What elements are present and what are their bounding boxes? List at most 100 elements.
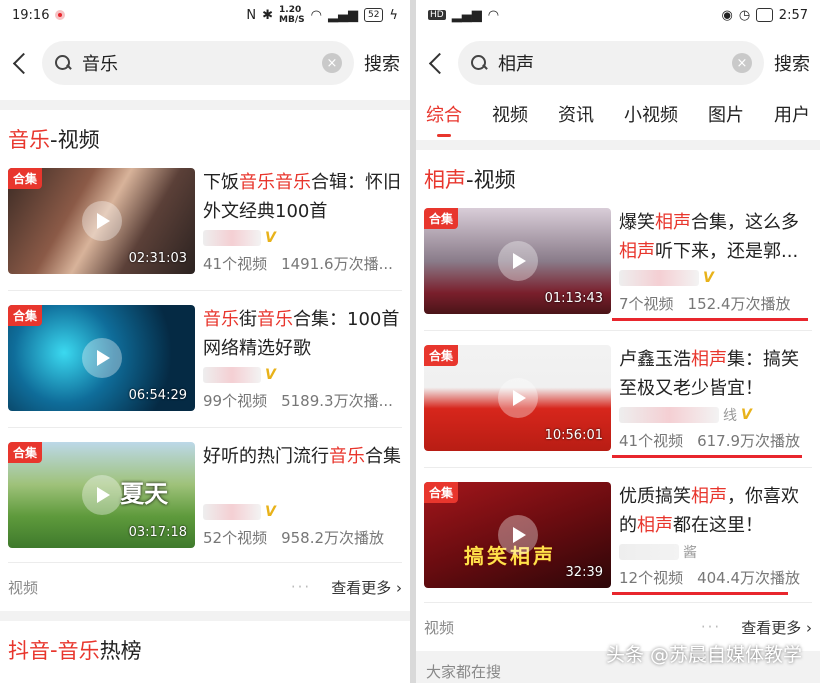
author[interactable]: 线V xyxy=(619,403,812,427)
play-icon[interactable] xyxy=(497,515,538,555)
collection-tag: 合集 xyxy=(424,208,459,229)
back-arrow-icon[interactable] xyxy=(426,52,448,74)
video-stats: 7个视频 152.4万次播放 xyxy=(619,294,791,313)
verified-icon: V xyxy=(741,407,752,423)
clear-icon[interactable]: × xyxy=(322,53,342,73)
search-icon xyxy=(54,54,72,72)
more-options-icon[interactable]: ··· xyxy=(291,578,311,596)
video-stats: 52个视频 958.2万次播放 xyxy=(203,528,385,547)
video-thumbnail[interactable]: 合集 01:13:43 xyxy=(424,208,611,314)
duration: 03:17:18 xyxy=(128,525,187,540)
left-phone-screen: 19:16 Ν ✱ 1.20 MB/S ◠ ▂▄▆ 52 ϟ 音乐 × 搜索 音… xyxy=(0,0,410,683)
video-thumbnail[interactable]: 合集 夏天 03:17:18 xyxy=(8,442,195,548)
video-title[interactable]: 卢鑫玉浩相声集：搞笑至极又老少皆宜！ xyxy=(619,345,812,403)
author[interactable]: V xyxy=(203,500,402,524)
divider xyxy=(0,100,410,110)
section-footer: 视频 ··· 查看更多 › xyxy=(0,563,410,611)
author-name-blurred xyxy=(203,504,261,520)
alarm-icon: ◷ xyxy=(738,7,751,23)
eye-icon: ◉ xyxy=(721,7,733,23)
play-icon[interactable] xyxy=(81,201,122,241)
author[interactable]: V xyxy=(203,226,402,250)
next-section-title[interactable]: 抖音 - 音乐 热榜 xyxy=(0,621,410,679)
duration: 32:39 xyxy=(565,565,603,580)
video-title[interactable]: 下饭音乐音乐合辑：怀旧外文经典100首 xyxy=(203,168,402,226)
record-icon xyxy=(55,10,66,20)
video-stats: 99个视频 5189.3万次播... xyxy=(203,391,393,410)
watermark: 头条 @苏晨自媒体教学 xyxy=(605,644,802,666)
divider xyxy=(416,140,820,150)
more-options-icon[interactable]: ··· xyxy=(701,618,721,636)
author[interactable]: V xyxy=(203,363,402,387)
video-stats: 41个视频 1491.6万次播... xyxy=(203,254,393,273)
author[interactable]: V xyxy=(619,266,812,290)
view-more-link[interactable]: 查看更多 › xyxy=(741,617,812,638)
duration: 06:54:29 xyxy=(128,388,187,403)
verified-icon: V xyxy=(265,504,276,520)
search-button[interactable]: 搜索 xyxy=(774,50,810,76)
clear-icon[interactable]: × xyxy=(732,53,752,73)
video-card[interactable]: 合集 搞笑相声 32:39 优质搞笑相声，你喜欢的相声都在这里！ 酱 12个视频… xyxy=(416,482,820,595)
play-icon[interactable] xyxy=(497,378,538,418)
footer-label: 视频 xyxy=(8,578,39,597)
video-thumbnail[interactable]: 合集 搞笑相声 32:39 xyxy=(424,482,611,588)
tab-images[interactable]: 图片 xyxy=(708,101,744,131)
highlight-underline xyxy=(612,318,808,321)
right-phone-screen: HD ▂▄▆ ◠ ◉ ◷ 2:57 相声 × 搜索 综合 视频 资讯 小视频 图… xyxy=(416,0,820,683)
video-thumbnail[interactable]: 合集 10:56:01 xyxy=(424,345,611,451)
charging-icon: ϟ xyxy=(389,7,398,23)
tab-short-video[interactable]: 小视频 xyxy=(624,101,678,131)
verified-icon: V xyxy=(265,367,276,383)
status-bar: 19:16 Ν ✱ 1.20 MB/S ◠ ▂▄▆ 52 ϟ xyxy=(0,0,410,30)
video-thumbnail[interactable]: 合集 06:54:29 xyxy=(8,305,195,411)
divider xyxy=(8,427,402,428)
video-card[interactable]: 合集 02:31:03 下饭音乐音乐合辑：怀旧外文经典100首 V 41个视频 1… xyxy=(0,168,410,276)
bluetooth-icon: ✱ xyxy=(262,7,274,23)
back-arrow-icon[interactable] xyxy=(10,52,32,74)
wifi-icon: ◠ xyxy=(487,7,500,23)
hd-icon: HD xyxy=(428,10,446,20)
play-icon[interactable] xyxy=(81,475,122,515)
video-thumbnail[interactable]: 合集 02:31:03 xyxy=(8,168,195,274)
play-icon[interactable] xyxy=(497,241,538,281)
clock: 2:57 xyxy=(778,7,808,23)
network-speed: 1.20 MB/S xyxy=(279,5,305,25)
video-card[interactable]: 合集 10:56:01 卢鑫玉浩相声集：搞笑至极又老少皆宜！ 线V 41个视频 6… xyxy=(416,345,820,458)
divider xyxy=(424,330,812,331)
search-input[interactable]: 音乐 × xyxy=(42,41,354,85)
collection-tag: 合集 xyxy=(8,168,43,189)
view-more-link[interactable]: 查看更多 › xyxy=(331,577,402,598)
duration: 10:56:01 xyxy=(544,428,603,443)
video-title[interactable]: 优质搞笑相声，你喜欢的相声都在这里！ xyxy=(619,482,812,540)
tab-video[interactable]: 视频 xyxy=(492,101,528,131)
divider xyxy=(0,611,410,621)
play-icon[interactable] xyxy=(81,338,122,378)
nfc-icon: Ν xyxy=(246,7,257,23)
search-icon xyxy=(470,54,488,72)
tab-users[interactable]: 用户 xyxy=(774,101,810,131)
video-title[interactable]: 爆笑相声合集，这么多相声听下来，还是郭... xyxy=(619,208,812,266)
search-query: 音乐 xyxy=(82,54,118,75)
video-title[interactable]: 音乐街音乐合集：100首网络精选好歌 xyxy=(203,305,402,363)
video-card[interactable]: 合集 夏天 03:17:18 好听的热门流行音乐合集 V 52个视频 958.2万… xyxy=(0,442,410,550)
category-tabs: 综合 视频 资讯 小视频 图片 用户 xyxy=(416,96,820,137)
author-name-blurred xyxy=(203,367,261,383)
video-card[interactable]: 合集 01:13:43 爆笑相声合集，这么多相声听下来，还是郭... V 7个视… xyxy=(416,208,820,321)
section-title: 音乐 -视频 xyxy=(8,128,100,152)
collection-tag: 合集 xyxy=(8,305,43,326)
search-query: 相声 xyxy=(498,54,534,75)
tab-news[interactable]: 资讯 xyxy=(558,101,594,131)
search-button[interactable]: 搜索 xyxy=(364,50,400,76)
signal-icon: ▂▄▆ xyxy=(451,7,482,23)
footer-label: 视频 xyxy=(424,618,455,637)
tab-comprehensive[interactable]: 综合 xyxy=(426,101,462,137)
verified-icon: V xyxy=(703,270,714,286)
search-bar: 音乐 × 搜索 xyxy=(0,30,410,96)
battery-icon xyxy=(756,8,773,22)
video-card[interactable]: 合集 06:54:29 音乐街音乐合集：100首网络精选好歌 V 99个视频 51… xyxy=(0,305,410,413)
video-title[interactable]: 好听的热门流行音乐合集 xyxy=(203,442,402,500)
search-input[interactable]: 相声 × xyxy=(458,41,764,85)
author[interactable]: 酱 xyxy=(619,540,812,564)
author-name-blurred xyxy=(619,270,699,286)
video-stats: 41个视频 617.9万次播放 xyxy=(619,431,801,450)
